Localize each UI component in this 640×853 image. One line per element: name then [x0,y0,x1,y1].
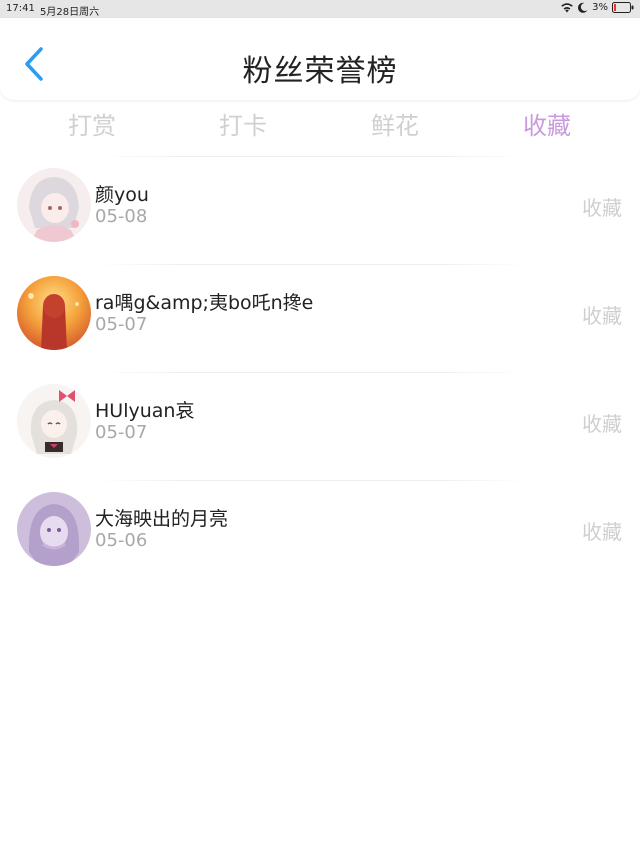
status-bar: 17:41 5月28日周六 3% [0,0,640,18]
action-label: 收藏 [582,412,622,436]
wifi-icon [560,2,574,13]
nav-bar: 粉丝荣誉榜 [0,18,640,100]
battery-percentage: 3% [592,2,608,13]
list-item[interactable]: HUlyuan哀 05-07 收藏 [0,372,640,480]
status-indicators: 3% [560,2,634,13]
user-name: ra喁g&amp;夷bo吒n搀e [95,292,314,314]
anime-girl-ribbon-avatar-icon [17,384,91,458]
action-label: 收藏 [582,304,622,328]
user-date: 05-06 [95,530,148,551]
divider [96,264,530,265]
user-name: HUlyuan哀 [95,400,195,422]
divider [96,372,530,373]
action-label: 收藏 [582,196,622,220]
list-item[interactable]: ra喁g&amp;夷bo吒n搀e 05-07 收藏 [0,264,640,372]
tab-checkin[interactable]: 打卡 [203,106,283,141]
tab-favorites[interactable]: 收藏 [507,106,587,141]
user-name: 颜you [95,184,149,206]
status-date: 5月28日周六 [40,7,100,18]
user-date: 05-07 [95,422,148,443]
divider [96,480,530,481]
anime-girl-purple-avatar-icon [17,492,91,566]
user-date: 05-08 [95,206,148,227]
list-item[interactable]: 大海映出的月亮 05-06 收藏 [0,480,640,588]
tab-bar: 打赏 打卡 鲜花 收藏 [0,100,640,144]
page-title: 粉丝荣誉榜 [242,54,398,89]
list-item[interactable]: 颜you 05-08 收藏 [0,156,640,264]
tab-reward[interactable]: 打赏 [52,106,132,141]
tab-flowers[interactable]: 鲜花 [355,106,435,141]
battery-icon [612,2,634,13]
status-time: 17:41 [6,3,35,14]
anime-girl-red-sunset-avatar-icon [17,276,91,350]
anime-girl-white-hair-avatar-icon [17,168,91,242]
user-name: 大海映出的月亮 [95,508,229,530]
action-label: 收藏 [582,520,622,544]
user-date: 05-07 [95,314,148,335]
divider [96,156,530,157]
moon-icon [578,2,588,13]
